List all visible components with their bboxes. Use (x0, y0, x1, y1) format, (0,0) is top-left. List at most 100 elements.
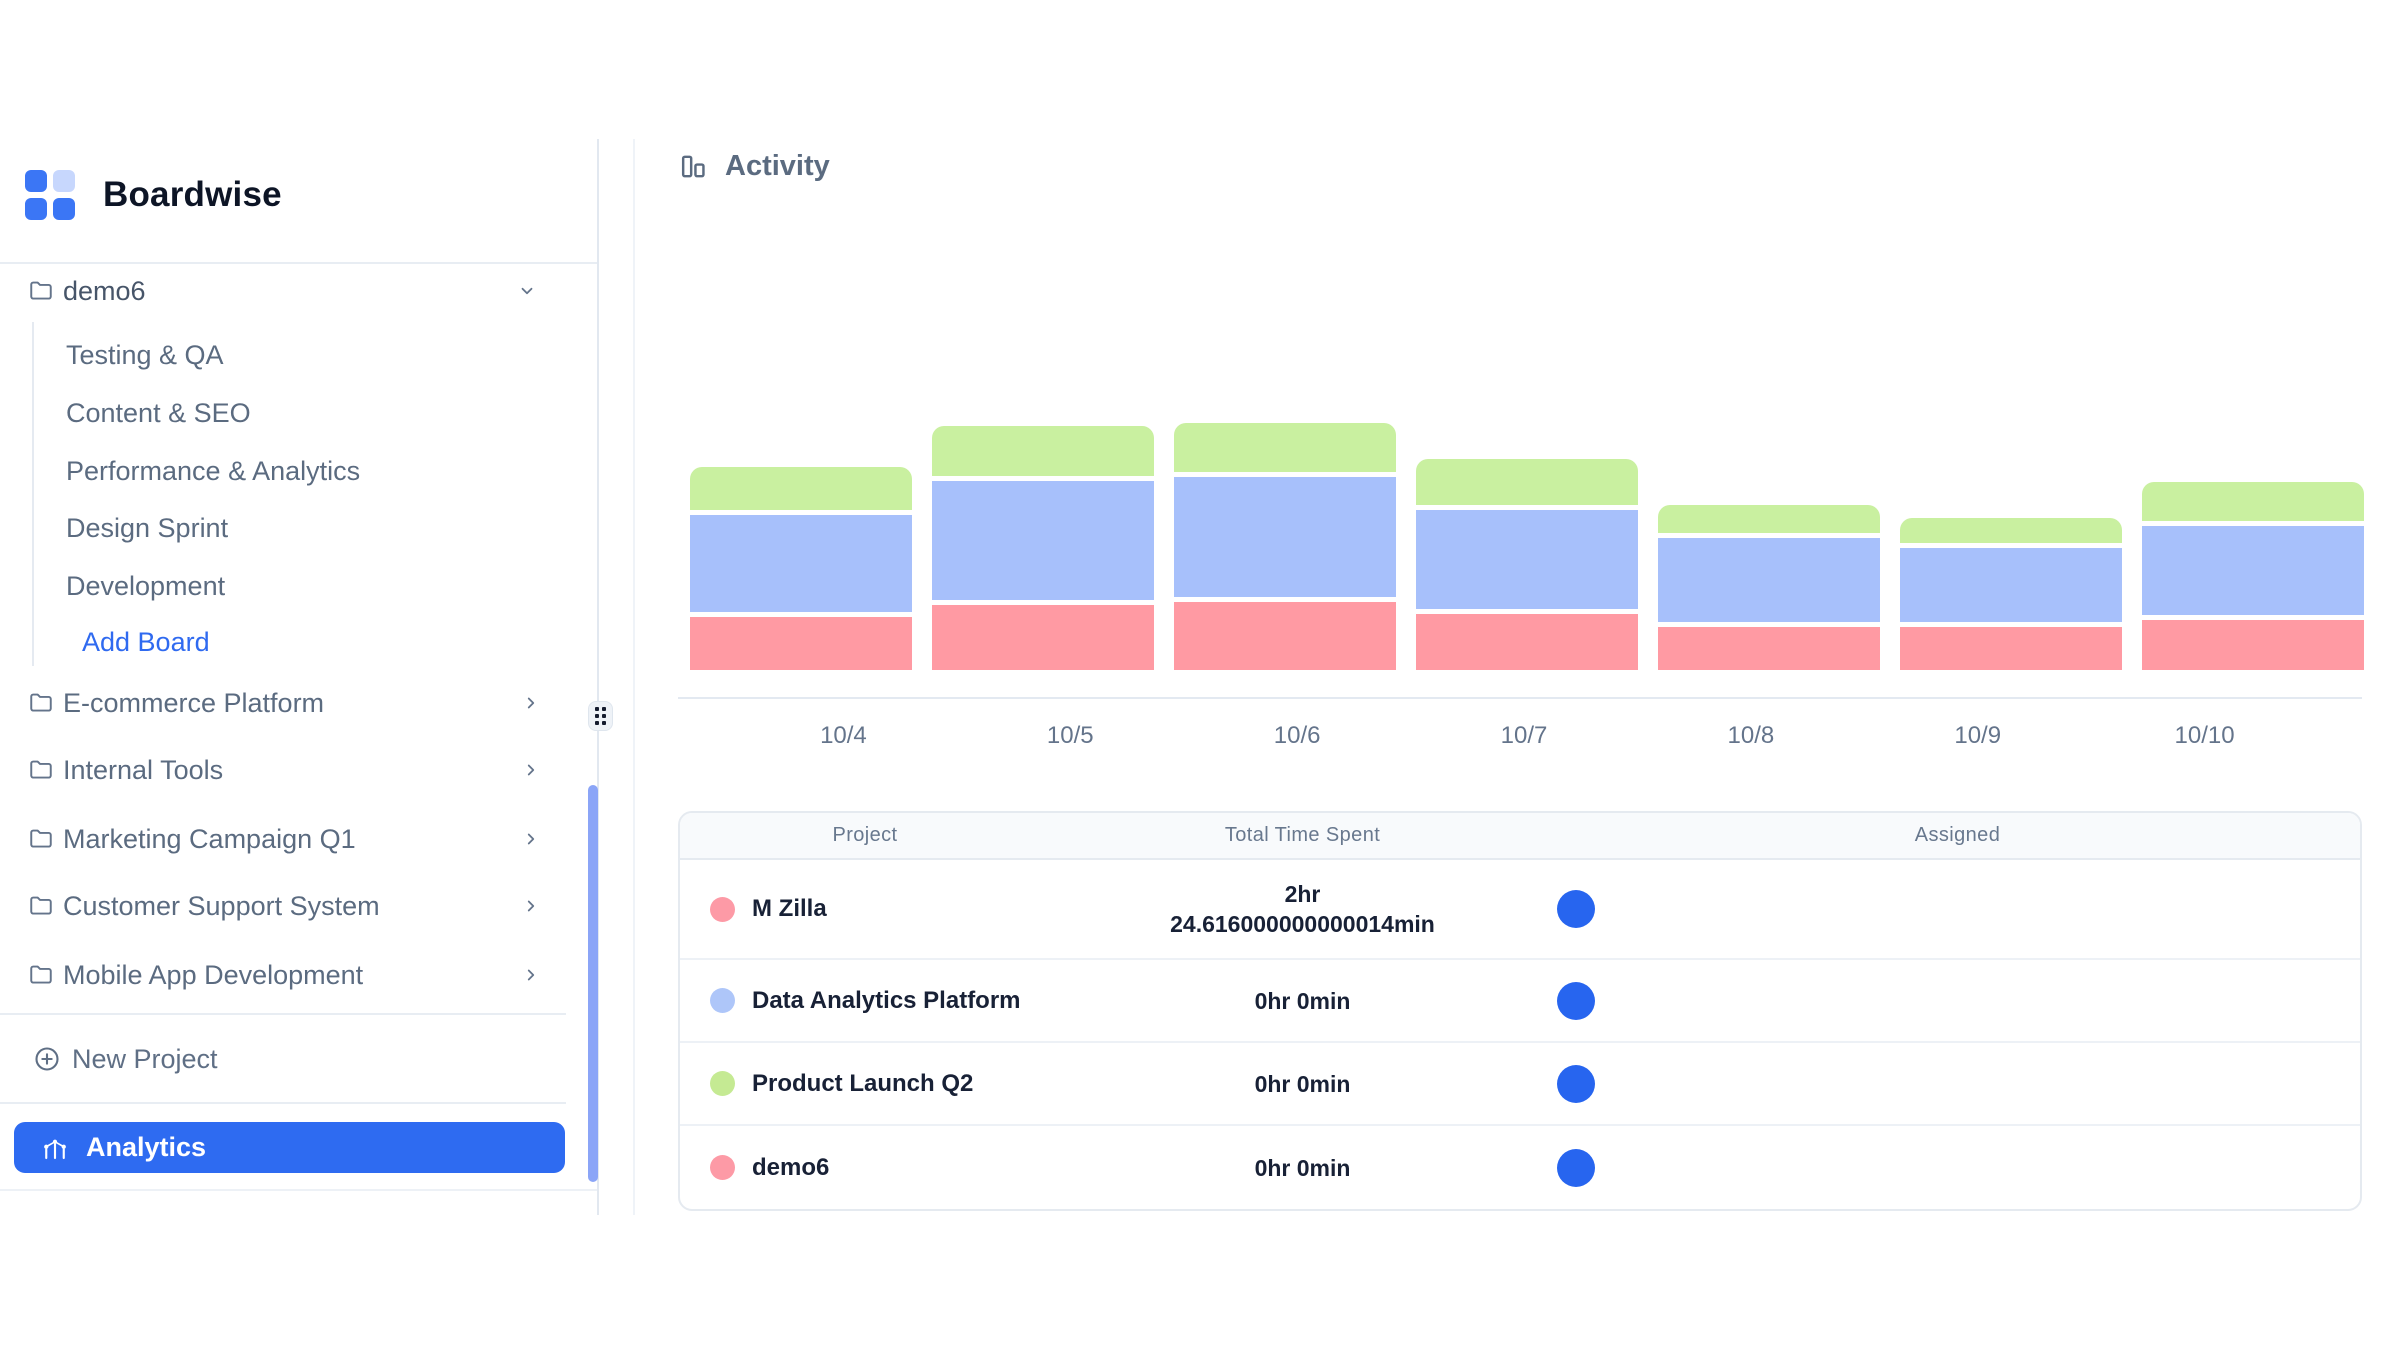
project-name: M Zilla (752, 895, 827, 923)
stacked-bar-10/8[interactable] (1658, 505, 1880, 670)
project-cell: M Zilla (680, 895, 1050, 923)
new-project-button[interactable]: New Project (0, 1036, 560, 1082)
chevron-right-icon (522, 830, 540, 848)
boardwise-app: Boardwise demo6 Testing & QA Content & S… (0, 0, 2400, 1350)
sidebar-scrollbar-thumb[interactable] (588, 785, 598, 1182)
chevron-right-icon (522, 761, 540, 779)
x-axis-label: 10/7 (1411, 722, 1638, 750)
assignee-avatar (1557, 890, 1595, 928)
project-name: demo6 (752, 1154, 829, 1182)
board-item-label: Content & SEO (66, 398, 251, 429)
bar-segment-green (1416, 459, 1638, 505)
section-divider (0, 1102, 566, 1104)
add-board-button[interactable]: Add Board (0, 620, 400, 664)
page-title: Activity (725, 150, 830, 183)
bar-segment-green (690, 467, 912, 510)
folder-icon (28, 690, 54, 716)
project-time-table: ProjectTotal Time SpentAssigned M Zilla … (678, 811, 2362, 1211)
assigned-cell (1555, 1065, 2360, 1103)
project-color-dot (710, 897, 735, 922)
bar-segment-green (1658, 505, 1880, 533)
assigned-cell (1555, 1149, 2360, 1187)
folder-icon (28, 826, 54, 852)
content-gutter-line (633, 139, 635, 1215)
logo-square (53, 170, 75, 192)
stacked-bar-10/9[interactable] (1900, 518, 2122, 670)
sidebar-project-item[interactable]: Marketing Campaign Q1 (0, 816, 560, 862)
table-row: Data Analytics Platform 0hr 0min (680, 960, 2360, 1043)
bar-segment-blue (1900, 548, 2122, 622)
sidebar-project-item[interactable]: Customer Support System (0, 883, 560, 929)
assignee-avatar (1557, 982, 1595, 1020)
stacked-bar-10/5[interactable] (932, 426, 1154, 670)
logo-divider (0, 262, 598, 264)
folder-icon (28, 962, 54, 988)
x-axis-label: 10/6 (1184, 722, 1411, 750)
bar-segment-blue (690, 515, 912, 612)
brand-name: Boardwise (103, 175, 282, 215)
assigned-cell (1555, 890, 2360, 928)
column-header: Project (680, 824, 1050, 847)
section-divider (0, 1013, 566, 1015)
bar-segment-green (1900, 518, 2122, 543)
sidebar-bottom-divider (0, 1189, 598, 1191)
time-line: 0hr 0min (1050, 1153, 1555, 1183)
sidebar-item-analytics-active[interactable]: Analytics (14, 1122, 565, 1173)
sidebar-board-item[interactable]: Testing & QA (0, 333, 520, 377)
logo-square (25, 170, 47, 192)
table-row: Product Launch Q2 0hr 0min (680, 1043, 2360, 1126)
activity-header: Activity (678, 150, 830, 183)
chart-axis-line (678, 697, 2362, 699)
project-cell: demo6 (680, 1154, 1050, 1182)
sidebar-board-item[interactable]: Development (0, 564, 520, 608)
bar-segment-green (2142, 482, 2364, 521)
boardwise-logo-icon (25, 170, 75, 220)
project-color-dot (710, 1155, 735, 1180)
chevron-right-icon (522, 897, 540, 915)
time-line: 2hr (1050, 879, 1555, 909)
sidebar-project-label: demo6 (63, 276, 146, 307)
column-header: Total Time Spent (1050, 824, 1555, 847)
bar-segment-red (1658, 627, 1880, 670)
board-item-label: Design Sprint (66, 513, 228, 544)
bar-segment-red (932, 605, 1154, 670)
chevron-right-icon (522, 966, 540, 984)
chevron-right-icon (522, 694, 540, 712)
sidebar-project-label: Marketing Campaign Q1 (63, 824, 356, 855)
sidebar-project-item[interactable]: E-commerce Platform (0, 680, 560, 726)
analytics-chart-icon (40, 1133, 70, 1163)
chevron-down-icon (518, 282, 536, 300)
stacked-bar-10/6[interactable] (1174, 423, 1396, 670)
sidebar-project-item[interactable]: Internal Tools (0, 747, 560, 793)
table-body: M Zilla 2hr24.616000000000014min Data An… (680, 860, 2360, 1209)
sidebar-board-item[interactable]: Content & SEO (0, 391, 520, 435)
bar-segment-red (1174, 602, 1396, 670)
sidebar-project-item[interactable]: Mobile App Development (0, 952, 560, 998)
sidebar-board-item[interactable]: Performance & Analytics (0, 449, 520, 493)
bar-segment-green (932, 426, 1154, 476)
sidebar-board-item[interactable]: Design Sprint (0, 506, 520, 550)
project-cell: Data Analytics Platform (680, 987, 1050, 1015)
panel-resize-handle[interactable] (588, 701, 613, 731)
sidebar-project-demo6[interactable]: demo6 (0, 268, 560, 314)
sidebar-project-label: Internal Tools (63, 755, 223, 786)
stacked-bar-10/4[interactable] (690, 467, 912, 670)
sidebar-project-label: Mobile App Development (63, 960, 363, 991)
bar-segment-red (690, 617, 912, 670)
bar-segment-red (1900, 627, 2122, 670)
x-axis-label: 10/4 (730, 722, 957, 750)
project-name: Data Analytics Platform (752, 987, 1021, 1015)
time-line: 24.616000000000014min (1050, 909, 1555, 939)
bar-segment-blue (1416, 510, 1638, 609)
sidebar-project-label: E-commerce Platform (63, 688, 324, 719)
time-line: 0hr 0min (1050, 986, 1555, 1016)
stacked-bar-10/7[interactable] (1416, 459, 1638, 670)
folder-icon (28, 757, 54, 783)
assigned-cell (1555, 982, 2360, 1020)
stacked-bar-10/10[interactable] (2142, 482, 2364, 670)
time-spent-cell: 2hr24.616000000000014min (1050, 879, 1555, 939)
add-board-label: Add Board (82, 627, 210, 658)
column-header: Assigned (1555, 824, 2360, 847)
bar-segment-blue (1174, 477, 1396, 597)
sidebar-project-label: Customer Support System (63, 891, 380, 922)
